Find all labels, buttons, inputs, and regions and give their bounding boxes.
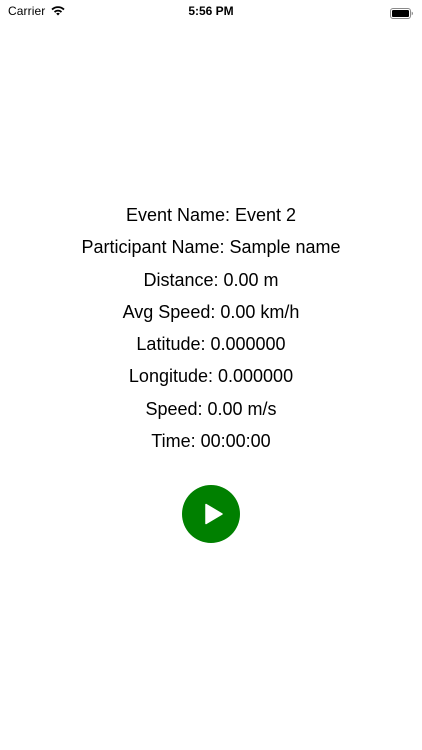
participant-name-label: Participant Name: Sample name <box>81 237 341 258</box>
status-time: 5:56 PM <box>188 4 234 18</box>
play-icon <box>205 503 223 525</box>
status-bar: Carrier 5:56 PM <box>0 0 422 24</box>
latitude-label: Latitude: 0.000000 <box>136 334 286 355</box>
time-label: Time: 00:00:00 <box>151 431 271 452</box>
tracking-info: Event Name: Event 2 Participant Name: Sa… <box>0 199 422 457</box>
play-button[interactable] <box>182 485 240 543</box>
event-name-label: Event Name: Event 2 <box>125 205 297 225</box>
longitude-label: Longitude: 0.000000 <box>128 366 294 387</box>
distance-label: Distance: 0.00 m <box>143 269 279 290</box>
battery-full-icon <box>390 6 414 19</box>
avg-speed-label: Avg Speed: 0.00 km/h <box>122 301 300 322</box>
speed-label: Speed: 0.00 m/s <box>145 398 277 419</box>
